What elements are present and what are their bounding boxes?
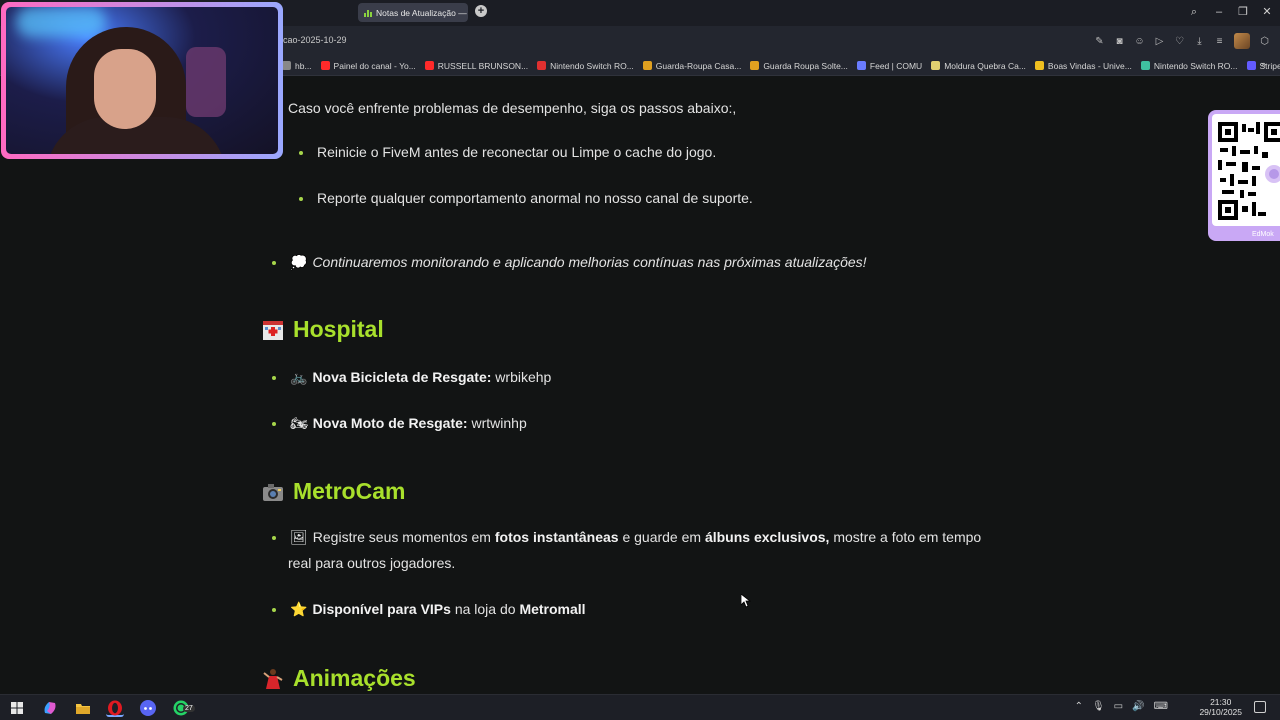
bookmark-label: Painel do canal - Yo... xyxy=(333,60,416,71)
camera-icon[interactable]: ◙ xyxy=(1114,36,1125,47)
bookmark-favicon-icon xyxy=(1140,61,1150,70)
bookmark-item[interactable]: Guarda-Roupa Casa... xyxy=(642,60,742,71)
bookmark-label: Guarda Roupa Solte... xyxy=(763,60,848,71)
hospital-icon xyxy=(261,318,285,342)
motorcycle-icon: 🏍 xyxy=(290,415,308,431)
system-tray: ⌃ 🎙 ▭ 🔊 ⌨ xyxy=(1075,701,1168,712)
clock[interactable]: 21:30 29/10/2025 xyxy=(1199,697,1242,717)
bookmark-label: Guarda-Roupa Casa... xyxy=(655,60,742,71)
bookmark-label: Nintendo Switch RO... xyxy=(1153,60,1238,71)
bookmark-favicon-icon xyxy=(537,61,547,70)
bookmark-label: Boas Vindas - Unive... xyxy=(1047,60,1132,71)
microphone-icon[interactable]: 🎙 xyxy=(1092,701,1105,712)
bookmark-label: Nintendo Switch RO... xyxy=(550,60,634,71)
framed-picture-icon: 🖼 xyxy=(290,529,308,545)
metrocam-title: MetroCam xyxy=(293,478,406,504)
settings-icon[interactable]: ☺ xyxy=(1134,36,1145,47)
discord-icon[interactable] xyxy=(139,699,157,717)
list-item-restart: Reinicie o FiveM antes de reconectar ou … xyxy=(298,144,717,160)
list-item-monitoring: 💭 Continuaremos monitorando e aplicando m… xyxy=(272,254,867,270)
section-heading-animacoes: Animações xyxy=(261,665,416,692)
notifications-icon[interactable] xyxy=(1254,701,1266,713)
clock-date: 29/10/2025 xyxy=(1199,707,1242,717)
play-icon[interactable]: ▷ xyxy=(1154,36,1165,47)
bookmark-favicon-icon xyxy=(320,61,330,70)
close-button[interactable]: ✕ xyxy=(1259,4,1275,20)
bookmark-label: Feed | COMU xyxy=(869,60,923,71)
bookmarks-more-button[interactable]: » xyxy=(1261,59,1266,69)
mouse-cursor-icon xyxy=(741,594,751,608)
bookmark-item[interactable]: Nintendo Switch RO... xyxy=(537,61,634,71)
profile-avatar-icon[interactable] xyxy=(1234,33,1250,49)
search-tabs-icon[interactable]: ⌕ xyxy=(1186,4,1202,20)
clock-time: 21:30 xyxy=(1210,697,1232,707)
webcam-overlay xyxy=(1,2,283,159)
camera-icon xyxy=(261,480,285,504)
chevron-up-icon[interactable]: ⌃ xyxy=(1075,701,1083,712)
hospital-title: Hospital xyxy=(293,316,384,342)
list-item-rescue-moto: 🏍 Nova Moto de Resgate: wrtwinhp xyxy=(272,415,527,431)
section-heading-metrocam: MetroCam xyxy=(261,478,405,505)
bookmark-favicon-icon xyxy=(931,61,941,70)
performance-intro: Caso você enfrente problemas de desempen… xyxy=(288,100,737,116)
qr-code-image xyxy=(1212,114,1280,226)
bookmark-label: RUSSELL BRUNSON... xyxy=(437,60,529,71)
star-icon: ⭐ xyxy=(290,601,308,617)
tab-title: Notas de Atualização — ... xyxy=(376,7,468,18)
bookmark-item[interactable]: Boas Vindas - Unive... xyxy=(1034,60,1132,71)
bookmark-item[interactable]: Moldura Quebra Ca... xyxy=(931,61,1026,71)
bookmark-item[interactable]: Nintendo Switch RO... xyxy=(1140,60,1238,71)
edit-icon[interactable]: ✎ xyxy=(1094,36,1105,47)
restore-button[interactable]: ❐ xyxy=(1235,4,1251,20)
bookmark-favicon-icon xyxy=(1246,61,1256,70)
bookmark-item[interactable]: Painel do canal - Yo... xyxy=(320,60,416,71)
new-tab-button[interactable]: + xyxy=(475,5,487,17)
url-text[interactable]: cao-2025-10-29 xyxy=(283,35,347,45)
heart-icon[interactable]: ♡ xyxy=(1174,36,1185,47)
extension-icon[interactable]: ⬡ xyxy=(1259,36,1270,47)
list-item-report: Reporte qualquer comportamento anormal n… xyxy=(299,190,753,206)
bookmark-item[interactable]: hb... xyxy=(282,61,312,71)
section-heading-hospital: Hospital xyxy=(261,316,384,343)
bookmark-favicon-icon xyxy=(856,61,866,70)
list-item-rescue-bike: 🚲 Nova Bicicleta de Resgate: wrbikehp xyxy=(271,369,552,385)
tab-release-notes[interactable]: Notas de Atualização — ... xyxy=(358,3,468,22)
bookmark-label: hb... xyxy=(295,60,312,71)
opera-browser-icon[interactable] xyxy=(106,699,124,717)
start-button[interactable] xyxy=(8,699,26,717)
bookmark-favicon-icon xyxy=(424,61,434,70)
bookmark-favicon-icon xyxy=(282,61,291,70)
bookmark-favicon-icon xyxy=(1034,61,1044,70)
webcam-feed xyxy=(6,7,278,154)
dancer-icon xyxy=(261,667,285,691)
qr-code-overlay: EdMok xyxy=(1208,110,1280,241)
bookmark-favicon-icon xyxy=(750,61,760,70)
bookmark-label: Moldura Quebra Ca... xyxy=(944,60,1026,71)
whatsapp-badge: 27 xyxy=(183,705,195,712)
list-item-vip-availability: ⭐ Disponível para VIPs na loja do Metroma… xyxy=(272,601,586,617)
bookmark-item[interactable]: Feed | COMU xyxy=(856,60,923,71)
network-icon[interactable]: ▭ xyxy=(1114,701,1123,712)
minimize-button[interactable]: – xyxy=(1211,4,1227,20)
list-item-instant-photos: 🖼 Registre seus momentos em fotos instant… xyxy=(271,529,982,545)
copilot-icon[interactable] xyxy=(41,699,59,717)
volume-icon[interactable]: 🔊 xyxy=(1132,701,1144,712)
keyboard-icon[interactable]: ⌨ xyxy=(1154,701,1168,712)
download-icon[interactable]: ⤓ xyxy=(1194,36,1205,47)
bicycle-icon: 🚲 xyxy=(290,369,308,385)
tab-favicon-icon xyxy=(364,9,372,17)
menu-icon[interactable]: ≡ xyxy=(1214,36,1225,47)
file-explorer-icon[interactable] xyxy=(74,699,92,717)
bookmark-item[interactable]: Guarda Roupa Solte... xyxy=(750,61,848,71)
qr-label: EdMok xyxy=(1252,231,1274,238)
thought-bubble-icon: 💭 xyxy=(290,254,308,270)
animacoes-title: Animações xyxy=(293,665,416,691)
bookmark-favicon-icon xyxy=(642,61,652,70)
address-bar-actions: ✎ ◙ ☺ ▷ ♡ ⤓ ≡ ⬡ xyxy=(1094,33,1270,49)
bookmark-item[interactable]: RUSSELL BRUNSON... xyxy=(424,60,529,71)
list-item-instant-photos-line2: real para outros jogadores. xyxy=(288,555,456,571)
